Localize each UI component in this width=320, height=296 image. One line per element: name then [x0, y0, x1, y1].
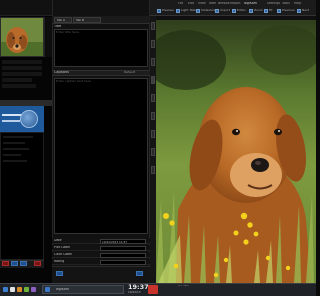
revert-metadata-button[interactable]	[136, 271, 143, 276]
apply-metadata-button[interactable]	[56, 271, 63, 276]
vtab-properties[interactable]	[151, 22, 155, 30]
left-sidebar-header	[0, 0, 52, 16]
preview-status-text: 1/1 item	[178, 284, 189, 287]
date-field[interactable]: 10/22/2013 14:37	[100, 238, 146, 244]
vtab-tools[interactable]	[151, 148, 155, 156]
light-table-icon[interactable]	[176, 9, 180, 13]
photo-app-icon[interactable]	[31, 287, 36, 292]
vtab-geolocation[interactable]	[151, 58, 155, 66]
menu-import[interactable]: Import	[230, 2, 241, 5]
caption-textarea[interactable]	[54, 78, 148, 234]
menu-file[interactable]: File	[178, 2, 183, 5]
toolbar-zoom[interactable]: Zoom	[254, 9, 263, 12]
rating-field[interactable]	[100, 259, 146, 265]
left-detail-row[interactable]	[3, 142, 25, 144]
close-button[interactable]	[34, 261, 41, 266]
left-list-row[interactable]	[2, 60, 42, 64]
caption-language-select[interactable]: Default	[124, 71, 135, 74]
taskbar-window-button[interactable]	[42, 285, 124, 294]
menu-browse[interactable]: Browse	[218, 2, 230, 5]
menu-edit[interactable]: Edit	[188, 2, 194, 5]
selected-item-subtitle	[2, 120, 20, 122]
rating-label: Rating	[54, 260, 65, 263]
toolbar-fit[interactable]: Fit	[269, 9, 273, 12]
left-list-row[interactable]	[2, 84, 36, 88]
pick-label-field[interactable]	[100, 245, 146, 251]
left-detail-row[interactable]	[3, 148, 29, 150]
left-list-row[interactable]	[2, 72, 42, 76]
left-detail-row[interactable]	[3, 136, 33, 138]
previous-icon[interactable]	[277, 9, 281, 13]
window-title: digiKam	[244, 2, 257, 5]
delete-button[interactable]	[2, 261, 9, 266]
files-icon[interactable]	[10, 287, 15, 292]
start-menu-icon[interactable]	[3, 287, 8, 292]
digikam-icon	[45, 287, 50, 292]
menu-view[interactable]: View	[198, 2, 206, 5]
apply-button[interactable]	[11, 261, 18, 266]
slideshow-icon[interactable]	[196, 9, 200, 13]
menu-settings[interactable]: Settings	[267, 2, 280, 5]
image-preview[interactable]	[156, 20, 316, 283]
image-icon[interactable]	[157, 9, 161, 13]
vtab-metadata[interactable]	[151, 40, 155, 48]
vtab-filters[interactable]	[151, 130, 155, 138]
toolbar-slideshow[interactable]: Slideshow	[201, 9, 216, 12]
vtab-colors[interactable]	[151, 94, 155, 102]
title-placeholder: Enter title here.	[56, 31, 80, 34]
toolbar-next[interactable]: Next	[302, 9, 309, 12]
thumbnail-scrollbar[interactable]	[44, 17, 52, 57]
date-label: Date	[54, 239, 62, 242]
clock-date: 10/22/13	[128, 291, 141, 294]
left-detail-row[interactable]	[3, 160, 27, 162]
toolbar-preview[interactable]: Preview	[162, 9, 174, 12]
menu-item[interactable]: Item	[209, 2, 216, 5]
toolbar-import[interactable]: Import	[220, 9, 230, 12]
settings-button[interactable]	[20, 261, 27, 266]
left-detail-list[interactable]	[0, 132, 44, 260]
caption-label: Captions	[54, 71, 69, 74]
toolbar-editor[interactable]: Editor	[237, 9, 246, 12]
toolbar-light-table[interactable]: Light Table	[181, 9, 197, 12]
vtab-labels[interactable]	[151, 166, 155, 174]
color-label-label: Color Label	[54, 253, 72, 256]
tab-information[interactable]: Tab B	[73, 17, 101, 23]
globe-icon	[20, 110, 38, 128]
zoom-icon[interactable]	[249, 9, 253, 13]
menu-tools[interactable]: Tools	[282, 2, 290, 5]
color-label-field[interactable]	[100, 252, 146, 258]
left-list-row[interactable]	[2, 66, 42, 70]
tab-description[interactable]: Tab A	[54, 17, 72, 23]
browser-icon[interactable]	[17, 287, 22, 292]
dog-photo	[156, 20, 316, 283]
title-label: Title	[54, 25, 62, 28]
dog-thumbnail-image	[1, 18, 43, 56]
pick-label-label: Pick Label	[54, 246, 70, 249]
left-list-row[interactable]	[2, 78, 32, 82]
notification-icon[interactable]	[148, 285, 158, 294]
vtab-versions[interactable]	[151, 112, 155, 120]
left-detail-row[interactable]	[3, 154, 21, 156]
import-icon[interactable]	[215, 9, 219, 13]
next-icon[interactable]	[297, 9, 301, 13]
toolbar-previous[interactable]: Previous	[282, 9, 295, 12]
menu-help[interactable]: Help	[294, 2, 301, 5]
clock-time[interactable]: 19:37	[128, 284, 149, 291]
album-thumbnail[interactable]	[0, 17, 44, 57]
title-textarea[interactable]	[54, 29, 148, 67]
caption-placeholder: Enter caption text here.	[56, 80, 92, 83]
terminal-icon[interactable]	[24, 287, 29, 292]
fit-icon[interactable]	[264, 9, 268, 13]
editor-icon[interactable]	[232, 9, 236, 13]
vtab-captions[interactable]	[151, 76, 155, 84]
taskbar-window-title: digiKam	[56, 288, 69, 291]
